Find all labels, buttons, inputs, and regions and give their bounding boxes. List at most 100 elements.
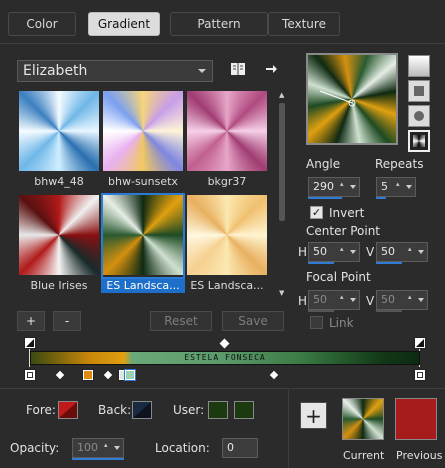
chevron-down-icon[interactable] [350,185,356,189]
reset-button[interactable]: Reset [150,311,212,331]
circle-icon [414,111,424,121]
scroll-up-icon[interactable]: ▲ [279,91,284,99]
gradient-type-rectangular-button[interactable] [408,80,430,102]
center-h-input[interactable]: 50 ▴ [308,242,360,262]
tab-pattern-label: Pattern [197,17,241,31]
gradient-type-linear-button[interactable] [408,55,430,77]
chevron-down-icon[interactable] [418,250,424,254]
focal-point-label: Focal Point [306,270,371,284]
square-icon [414,86,424,96]
focal-h-input[interactable]: 50 ▴ [308,290,360,310]
tab-color-label: Color [26,17,58,31]
focal-h-slider[interactable] [308,310,334,312]
previous-label: Previous [396,449,443,462]
fore-swatch[interactable] [58,401,78,419]
gradient-thumb-label: bhw-sunsetx [108,175,178,188]
color-stop-selected[interactable] [124,369,136,381]
gradient-bar[interactable]: ESTELA FONSECA [30,351,420,365]
center-h-label: H [298,245,308,259]
back-label: Back: [98,403,132,417]
opacity-stop-left[interactable] [24,337,36,349]
gradient-type-radial-button[interactable] [408,130,430,152]
chevron-down-icon[interactable] [350,250,356,254]
arrow-right-icon[interactable] [262,60,280,78]
repeats-slider[interactable] [376,197,386,199]
spin-up-icon[interactable]: ▴ [104,442,111,453]
color-midpoint-marker[interactable] [103,370,113,380]
spin-up-icon[interactable]: ▴ [408,294,415,305]
link-checkbox[interactable] [310,316,323,329]
gradient-type-sunburst-button[interactable] [408,105,430,127]
link-label: Link [329,316,354,330]
gradient-preview[interactable] [306,53,398,145]
user-swatch-1[interactable] [208,401,228,419]
spin-up-icon[interactable]: ▴ [340,246,347,257]
chevron-down-icon[interactable] [114,446,120,450]
color-stop-orange[interactable] [82,369,94,381]
save-button-label: Save [238,314,268,328]
color-stop-left[interactable] [24,369,36,381]
gradient-thumb-bkgr37[interactable] [187,91,267,171]
opacity-midpoint-marker[interactable] [219,338,230,349]
scrollbar-thumb[interactable] [279,103,285,221]
opacity-stop-right[interactable] [414,337,426,349]
tab-color[interactable]: Color [8,12,76,36]
user-label: User: [173,403,205,417]
back-swatch[interactable] [132,401,152,419]
focal-v-slider[interactable] [376,310,402,312]
add-gradient-button[interactable]: + [17,311,45,331]
spin-up-icon[interactable]: ▴ [396,181,403,192]
focal-v-label: V [366,294,375,308]
plus-icon: + [305,403,322,428]
back-swatch-icon [133,402,151,418]
save-button[interactable]: Save [222,311,284,331]
location-input[interactable]: 0 [222,438,258,458]
current-label: Current [343,449,385,462]
repeats-input[interactable]: 5 ▴ [376,177,416,197]
chevron-down-icon[interactable] [350,298,356,302]
thumbnail-scrollbar[interactable]: ▲ ▼ [276,89,288,299]
tab-texture[interactable]: Texture [268,12,340,36]
center-v-label: V [366,245,375,259]
chevron-down-icon[interactable] [418,298,424,302]
invert-checkbox[interactable]: ✓ [310,206,323,219]
angle-input[interactable]: 290 ▴ [308,177,360,197]
center-v-slider[interactable] [376,262,402,264]
opacity-input[interactable]: 100 ▴ [72,438,124,458]
user-swatch-2[interactable] [234,401,254,419]
add-to-swatches-button[interactable]: + [300,402,327,429]
center-point-label: Center Point [306,224,380,238]
gradient-select-value: Elizabeth [23,63,88,79]
angle-slider[interactable] [308,197,342,199]
gradient-thumb-bhw4-48[interactable] [19,91,99,171]
angle-label: Angle [306,157,341,171]
scroll-down-icon[interactable]: ▼ [279,289,284,297]
gradient-thumb-es-landscape-1[interactable] [103,195,183,275]
center-v-input[interactable]: 50 ▴ [376,242,428,262]
spin-up-icon[interactable]: ▴ [408,246,415,257]
opacity-slider[interactable] [72,458,124,460]
center-h-slider[interactable] [308,262,334,264]
tab-gradient[interactable]: Gradient [88,12,160,36]
color-midpoint-marker[interactable] [269,370,279,380]
gradient-thumb-bhw-sunsetx[interactable] [103,91,183,171]
previous-swatch[interactable] [395,398,437,440]
gradient-thumb-blue-irises[interactable] [19,195,99,275]
tab-pattern[interactable]: Pattern [170,12,268,36]
gradient-select[interactable]: Elizabeth [17,60,213,82]
book-icon[interactable] [229,60,247,78]
focal-v-value: 50 [381,293,395,306]
chevron-down-icon[interactable] [406,185,412,189]
color-stop-right[interactable] [414,369,426,381]
spin-up-icon[interactable]: ▴ [340,181,347,192]
center-point-handle[interactable] [308,55,396,143]
gradient-thumb-es-landscape-2[interactable] [187,195,267,275]
spin-up-icon[interactable]: ▴ [340,294,347,305]
color-midpoint-marker[interactable] [55,370,65,380]
tab-gradient-label: Gradient [97,17,151,31]
opacity-stop-icon [26,339,34,347]
remove-gradient-button[interactable]: - [53,311,81,331]
invert-label: Invert [329,206,365,220]
current-swatch[interactable] [342,398,384,440]
focal-v-input[interactable]: 50 ▴ [376,290,428,310]
